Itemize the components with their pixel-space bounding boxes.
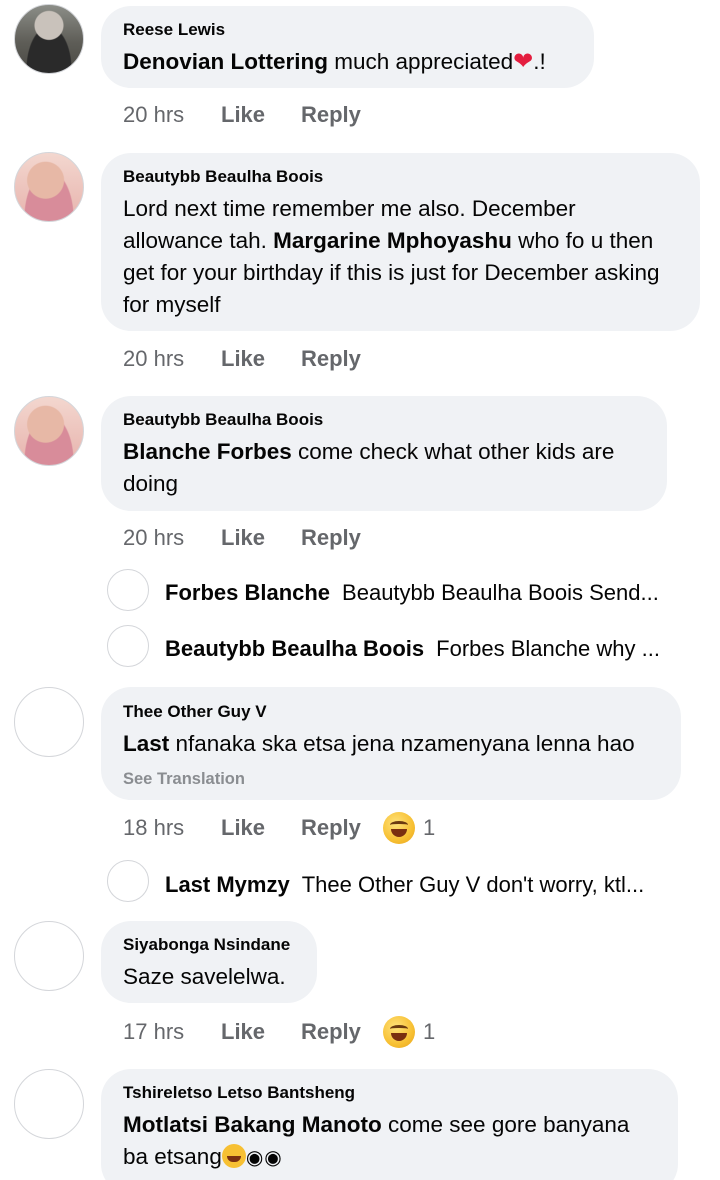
mention-link[interactable]: Denovian Lottering bbox=[123, 49, 328, 74]
commenter-avatar[interactable] bbox=[14, 396, 84, 466]
comment-actions: 20 hrs Like Reply bbox=[123, 102, 383, 128]
commenter-avatar[interactable] bbox=[14, 687, 84, 757]
timestamp[interactable]: 17 hrs bbox=[123, 1019, 221, 1045]
see-translation-link[interactable]: See Translation bbox=[123, 770, 659, 789]
comment-author[interactable]: Beautybb Beaulha Boois bbox=[123, 410, 645, 430]
laughing-icon bbox=[383, 812, 415, 844]
comment-bubble: Siyabonga Nsindane Saze savelelwa. bbox=[101, 921, 317, 1003]
comment-author[interactable]: Siyabonga Nsindane bbox=[123, 935, 295, 955]
comment-bubble: Reese Lewis Denovian Lottering much appr… bbox=[101, 6, 594, 88]
reply-avatar[interactable] bbox=[107, 860, 149, 902]
comment-text: Saze savelelwa. bbox=[123, 964, 286, 989]
comment-actions: 18 hrs Like Reply 1 bbox=[123, 812, 435, 844]
reaction-count: 1 bbox=[423, 815, 436, 840]
comment-text: Blanche Forbes come check what other kid… bbox=[123, 439, 615, 496]
comment-author[interactable]: Reese Lewis bbox=[123, 20, 572, 40]
mention-link[interactable]: Motlatsi Bakang Manoto bbox=[123, 1112, 382, 1137]
timestamp[interactable]: 20 hrs bbox=[123, 346, 221, 372]
heart-emoji-icon: ❤ bbox=[513, 48, 534, 75]
reaction-summary[interactable]: 1 bbox=[383, 1016, 435, 1048]
reply-preview[interactable]: Forbes Blanche Beautybb Beaulha Boois Sen… bbox=[165, 580, 685, 606]
comment-actions: 17 hrs Like Reply 1 bbox=[123, 1016, 435, 1048]
comment-bubble: Tshireletso Letso Bantsheng Motlatsi Bak… bbox=[101, 1069, 678, 1180]
eyes-emoji-icon: ◉◉ bbox=[245, 1147, 283, 1169]
mention-link[interactable]: Margarine Mphoyashu bbox=[273, 228, 512, 253]
reply-author[interactable]: Beautybb Beaulha Boois bbox=[165, 636, 424, 661]
comment-bubble: Beautybb Beaulha Boois Lord next time re… bbox=[101, 153, 700, 331]
mention-link[interactable]: Last bbox=[123, 731, 169, 756]
reply-text: Forbes Blanche why ... bbox=[436, 636, 660, 661]
like-button[interactable]: Like bbox=[221, 525, 301, 551]
comment-author[interactable]: Beautybb Beaulha Boois bbox=[123, 167, 678, 187]
reply-avatar[interactable] bbox=[107, 569, 149, 611]
reply-button[interactable]: Reply bbox=[301, 815, 383, 841]
reply-button[interactable]: Reply bbox=[301, 1019, 383, 1045]
comment-actions: 20 hrs Like Reply bbox=[123, 346, 383, 372]
like-button[interactable]: Like bbox=[221, 102, 301, 128]
reply-text: Beautybb Beaulha Boois Send... bbox=[342, 580, 659, 605]
commenter-avatar[interactable] bbox=[14, 152, 84, 222]
reply-preview[interactable]: Beautybb Beaulha Boois Forbes Blanche why… bbox=[165, 636, 685, 662]
like-button[interactable]: Like bbox=[221, 1019, 301, 1045]
comment-actions: 20 hrs Like Reply bbox=[123, 525, 383, 551]
reply-author[interactable]: Forbes Blanche bbox=[165, 580, 330, 605]
timestamp[interactable]: 20 hrs bbox=[123, 525, 221, 551]
reply-button[interactable]: Reply bbox=[301, 346, 383, 372]
comment-bubble: Thee Other Guy V Last nfanaka ska etsa j… bbox=[101, 687, 681, 800]
timestamp[interactable]: 20 hrs bbox=[123, 102, 221, 128]
comment-text: Lord next time remember me also. Decembe… bbox=[123, 196, 660, 317]
reply-text: Thee Other Guy V don't worry, ktl... bbox=[301, 872, 645, 897]
reply-preview[interactable]: Last Mymzy Thee Other Guy V don't worry, … bbox=[165, 872, 685, 898]
reaction-count: 1 bbox=[423, 1019, 436, 1044]
comment-text: Last nfanaka ska etsa jena nzamenyana le… bbox=[123, 731, 635, 756]
laughing-icon bbox=[383, 1016, 415, 1048]
comment-text: Motlatsi Bakang Manoto come see gore ban… bbox=[123, 1109, 656, 1174]
like-button[interactable]: Like bbox=[221, 346, 301, 372]
commenter-avatar[interactable] bbox=[14, 4, 84, 74]
reply-button[interactable]: Reply bbox=[301, 102, 383, 128]
mention-link[interactable]: Blanche Forbes bbox=[123, 439, 292, 464]
comment-author[interactable]: Tshireletso Letso Bantsheng bbox=[123, 1083, 656, 1103]
comment-bubble: Beautybb Beaulha Boois Blanche Forbes co… bbox=[101, 396, 667, 511]
commenter-avatar[interactable] bbox=[14, 1069, 84, 1139]
like-button[interactable]: Like bbox=[221, 815, 301, 841]
reaction-summary[interactable]: 1 bbox=[383, 812, 435, 844]
reply-button[interactable]: Reply bbox=[301, 525, 383, 551]
comment-text: Denovian Lottering much appreciated❤.! bbox=[123, 46, 572, 78]
timestamp[interactable]: 18 hrs bbox=[123, 815, 221, 841]
rofl-emoji-icon bbox=[221, 1144, 246, 1168]
comment-author[interactable]: Thee Other Guy V bbox=[123, 702, 659, 722]
reply-author[interactable]: Last Mymzy bbox=[165, 872, 290, 897]
commenter-avatar[interactable] bbox=[14, 921, 84, 991]
reply-avatar[interactable] bbox=[107, 625, 149, 667]
